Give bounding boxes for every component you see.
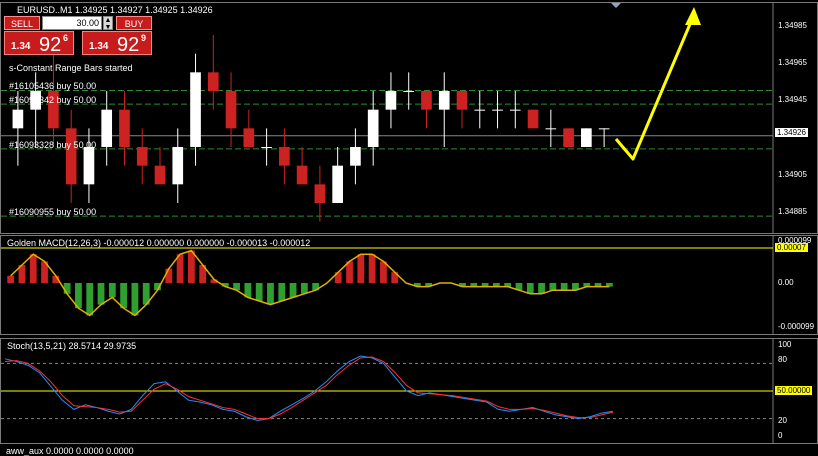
candle-body-5: [101, 109, 113, 147]
candle-body-23: [421, 91, 432, 110]
stoch-axis-80: 80: [778, 355, 787, 364]
candle-body-0: [12, 109, 24, 129]
candle-body-9: [172, 147, 184, 185]
candle-body-19: [350, 147, 361, 166]
order-label-0[interactable]: #16105436 buy 50.00: [9, 81, 96, 91]
buy-price-prefix: 1.34: [89, 41, 109, 52]
candle-body-4: [83, 147, 95, 185]
price-axis-label-1: 1.34965: [778, 58, 807, 67]
forecast-arrow-head-icon: [685, 7, 701, 25]
lot-spinner[interactable]: ▲ ▼: [103, 16, 113, 31]
order-label-2[interactable]: #16093328 buy 50.00: [9, 140, 96, 150]
candle-body-10: [190, 72, 201, 147]
sell-button[interactable]: SELL: [4, 16, 40, 30]
candle-body-13: [243, 128, 255, 147]
candle-body-18: [332, 165, 343, 203]
candle-body-32: [581, 128, 592, 147]
sell-quote-button[interactable]: 1.34 92 6: [4, 31, 74, 56]
candle-body-6: [119, 109, 130, 147]
buy-quote-button[interactable]: 1.34 92 9: [82, 31, 152, 56]
macd-level-box: 0.00007: [775, 243, 808, 252]
macd-chart[interactable]: [1, 236, 817, 334]
price-axis-label-4: 1.34905: [778, 170, 807, 179]
macd-panel[interactable]: Golden MACD(12,26,3) -0.000012 0.000000 …: [0, 235, 818, 335]
scroll-marker-icon[interactable]: [611, 3, 621, 8]
one-click-trading-panel: SELL ▲▼ BUY 1.34 92 6 1.34 92 9: [4, 16, 152, 56]
candle-body-3: [65, 128, 77, 185]
candle-body-26: [474, 109, 486, 111]
buy-button[interactable]: BUY: [116, 16, 152, 30]
current-price-box: 1.34926: [775, 128, 808, 137]
stoch-level-box: 50.00000: [775, 386, 813, 395]
macd-header: Golden MACD(12,26,3) -0.000012 0.000000 …: [7, 238, 311, 248]
candle-body-22: [403, 91, 415, 92]
candle-body-24: [438, 91, 450, 110]
order-label-3[interactable]: #16090955 buy 50.00: [9, 207, 96, 217]
buy-price-big: 92: [117, 34, 140, 56]
stoch-axis-100: 100: [778, 340, 792, 349]
candle-body-17: [314, 184, 326, 203]
spin-up-icon[interactable]: ▲: [104, 17, 112, 24]
order-label-1[interactable]: #16092342 buy 50.00: [9, 95, 96, 105]
buy-price-sup: 9: [141, 33, 147, 43]
lot-size-input[interactable]: [42, 16, 102, 30]
stoch-axis-20: 20: [778, 416, 787, 425]
candle-body-25: [456, 91, 468, 110]
bottom-indicator-header: aww_aux 0.0000 0.0000 0.0000: [6, 446, 134, 456]
candle-body-12: [225, 91, 237, 129]
candle-body-21: [385, 91, 397, 110]
spin-down-icon[interactable]: ▼: [104, 24, 112, 31]
sell-price-prefix: 1.34: [11, 41, 31, 52]
indicator-status: s-Constant Range Bars started: [9, 63, 133, 73]
candle-body-29: [527, 109, 539, 129]
candle-body-20: [367, 109, 379, 147]
candle-body-11: [207, 72, 219, 91]
price-axis-label-2: 1.34945: [778, 95, 807, 105]
macd-axis-bottom: -0.000099: [778, 322, 815, 331]
candle-body-33: [598, 128, 610, 130]
sell-price-big: 92: [39, 34, 62, 56]
candle-body-14: [261, 147, 272, 148]
stoch-signal-line: [4, 356, 614, 420]
candle-body-30: [545, 128, 557, 130]
candle-body-7: [136, 147, 148, 166]
chart-header: EURUSD..M1 1.34925 1.34927 1.34925 1.349…: [17, 5, 213, 15]
price-axis-label-5: 1.34885: [778, 207, 807, 217]
candle-body-27: [492, 109, 503, 111]
forecast-arrow-line: [614, 16, 695, 161]
stoch-axis-0: 0: [778, 431, 783, 440]
stochastic-panel[interactable]: Stoch(13,5,21) 28.5714 29.9735 100 80 50…: [0, 338, 818, 444]
sell-price-sup: 6: [63, 33, 69, 43]
candle-body-31: [563, 128, 574, 147]
stochastic-chart[interactable]: [1, 339, 817, 443]
stoch-main-line: [4, 355, 614, 421]
macd-axis-zero: 0.00: [778, 278, 794, 287]
candle-body-8: [154, 165, 166, 185]
candle-body-28: [509, 109, 521, 111]
stoch-header: Stoch(13,5,21) 28.5714 29.9735: [7, 341, 137, 351]
candle-body-16: [296, 165, 308, 185]
candle-body-15: [279, 147, 290, 166]
price-axis-label-0: 1.34985: [778, 20, 807, 30]
